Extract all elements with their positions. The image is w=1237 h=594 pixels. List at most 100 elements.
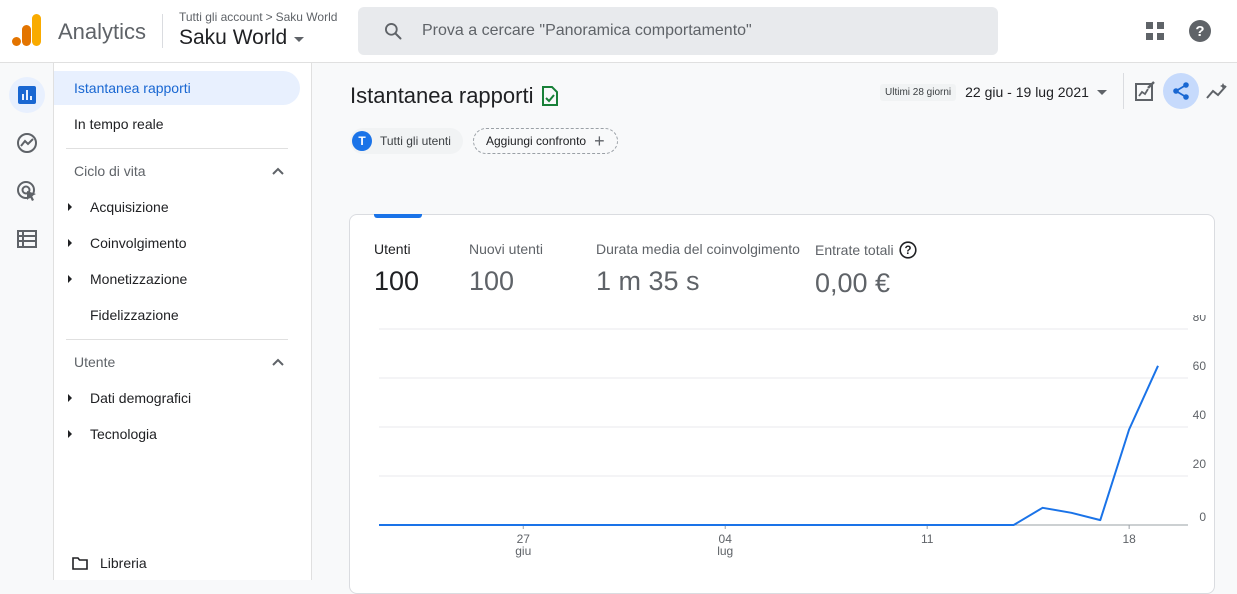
nav-section-label: Ciclo di vita	[74, 163, 146, 179]
analytics-logo-icon[interactable]	[12, 14, 42, 46]
rail-explore-button[interactable]	[9, 125, 45, 161]
nav-section-ciclo-di-vita[interactable]: Ciclo di vita	[54, 154, 300, 188]
nav-item-dati-demografici[interactable]: Dati demografici	[54, 381, 300, 415]
customize-report-button[interactable]	[1127, 73, 1163, 109]
expand-arrow-icon	[68, 203, 72, 211]
nav-item-acquisizione[interactable]: Acquisizione	[54, 190, 300, 224]
search-icon	[385, 23, 402, 40]
x-tick-label: 11	[921, 532, 934, 546]
page-title: Istantanea rapporti	[350, 83, 559, 109]
date-range-picker[interactable]: Ultimi 28 giorni 22 giu - 19 lug 2021	[880, 80, 1107, 104]
property-selector[interactable]: Saku World	[179, 26, 305, 50]
header-divider	[162, 14, 163, 48]
x-tick-label: 18	[1122, 532, 1136, 546]
metric-tab-nuovi-utenti[interactable]: Nuovi utenti 100	[469, 241, 543, 297]
series-line-utenti	[379, 365, 1159, 526]
expand-arrow-icon	[68, 430, 72, 438]
property-name: Saku World	[179, 26, 288, 49]
x-tick-month-label: giu	[515, 544, 531, 558]
search-bar[interactable]	[358, 7, 998, 55]
share-icon	[1173, 82, 1189, 100]
breadcrumb[interactable]: Tutti gli account > Saku World	[179, 10, 337, 24]
top-bar: Analytics Tutti gli account > Saku World S…	[0, 0, 1237, 63]
nav-item-coinvolgimento[interactable]: Coinvolgimento	[54, 226, 300, 260]
nav-item-label: Fidelizzazione	[90, 307, 179, 323]
reports-icon	[18, 86, 36, 104]
configure-icon	[17, 230, 37, 248]
left-rail	[0, 63, 54, 580]
folder-icon	[72, 556, 88, 570]
y-tick-label: 60	[1193, 359, 1207, 373]
rail-configure-button[interactable]	[9, 221, 45, 257]
metric-value: 0,00 €	[815, 268, 891, 298]
chevron-up-icon	[272, 358, 284, 366]
users-line-chart: 02040608027giu04lug11 18	[379, 315, 1207, 558]
nav-item-fidelizzazione[interactable]: Fidelizzazione	[54, 298, 300, 332]
verified-report-icon[interactable]	[541, 86, 559, 106]
nav-section-utente[interactable]: Utente	[54, 345, 300, 379]
rail-reports-button[interactable]	[9, 77, 45, 113]
brand-name: Analytics	[58, 19, 147, 44]
nav-item-monetizzazione[interactable]: Monetizzazione	[54, 262, 300, 296]
help-icon[interactable]: ?	[1189, 20, 1211, 42]
breadcrumb-separator: >	[265, 10, 273, 24]
add-comparison-button[interactable]: Aggiungi confronto +	[473, 128, 618, 154]
nav-item-label: Coinvolgimento	[90, 235, 187, 251]
toolbar-divider	[1123, 73, 1124, 109]
filter-chip-all-users[interactable]: T Tutti gli utenti	[350, 128, 463, 154]
rail-advertising-button[interactable]	[9, 173, 45, 209]
apps-grid-icon[interactable]	[1146, 22, 1164, 40]
nav-item-label: Tecnologia	[90, 426, 157, 442]
y-tick-label: 0	[1199, 510, 1206, 524]
metric-label: Durata media del coinvolgimento	[596, 241, 800, 257]
nav-item-libreria[interactable]: Libreria	[72, 555, 147, 571]
nav-item-label: In tempo reale	[74, 116, 164, 132]
nav-item-in-tempo-reale[interactable]: In tempo reale	[54, 107, 300, 141]
help-circle-icon[interactable]: ?	[899, 241, 917, 259]
metric-tab-durata-coinvolgimento[interactable]: Durata media del coinvolgimento 1 m 35 s	[596, 241, 800, 297]
add-comparison-label: Aggiungi confronto	[486, 134, 587, 148]
svg-text:?: ?	[904, 245, 911, 257]
y-tick-label: 40	[1193, 408, 1207, 422]
metric-label: Entrate totali	[815, 242, 894, 258]
share-button[interactable]	[1163, 73, 1199, 109]
chevron-down-icon	[294, 37, 305, 42]
overview-card: Utenti 100 Nuovi utenti 100 Durata media…	[349, 214, 1215, 594]
plus-icon: +	[594, 131, 605, 151]
page-title-text: Istantanea rapporti	[350, 83, 534, 108]
nav-item-label: Monetizzazione	[90, 271, 188, 287]
customize-report-icon	[1135, 81, 1155, 101]
y-tick-label: 20	[1193, 457, 1207, 471]
chevron-up-icon	[272, 167, 284, 175]
search-input[interactable]	[422, 22, 962, 40]
filter-chip-label: Tutti gli utenti	[380, 134, 451, 148]
segment-avatar: T	[352, 131, 372, 151]
insights-button[interactable]	[1199, 73, 1235, 109]
metric-value: 1 m 35 s	[596, 266, 700, 296]
metric-tab-utenti[interactable]: Utenti 100	[374, 241, 419, 297]
nav-item-label: Dati demografici	[90, 390, 192, 406]
nav-item-label: Libreria	[100, 555, 147, 571]
metric-label: Utenti	[374, 241, 411, 257]
nav-item-label: Acquisizione	[90, 199, 169, 215]
insights-icon	[1206, 83, 1227, 99]
metric-label-row: Entrate totali ?	[815, 241, 917, 259]
nav-divider	[66, 148, 288, 149]
breadcrumb-leaf[interactable]: Saku World	[276, 10, 338, 24]
y-tick-label: 80	[1193, 315, 1207, 324]
chevron-down-icon[interactable]	[1096, 89, 1107, 95]
nav-section-label: Utente	[74, 354, 116, 370]
metric-value: 100	[374, 266, 420, 296]
explore-icon	[17, 133, 37, 153]
date-preset-chip: Ultimi 28 giorni	[880, 83, 957, 101]
metric-value: 100	[469, 266, 515, 296]
side-nav: Istantanea rapporti In tempo reale Ciclo…	[54, 63, 312, 580]
nav-item-tecnologia[interactable]: Tecnologia	[54, 417, 300, 451]
advertising-icon	[17, 181, 36, 201]
metric-label: Nuovi utenti	[469, 241, 543, 257]
date-range-text[interactable]: 22 giu - 19 lug 2021	[965, 84, 1089, 100]
breadcrumb-root[interactable]: Tutti gli account	[179, 10, 263, 24]
nav-item-istantanea-rapporti[interactable]: Istantanea rapporti	[54, 71, 300, 105]
metric-tab-entrate-totali[interactable]: Entrate totali ? 0,00 €	[815, 241, 917, 299]
expand-arrow-icon	[68, 394, 72, 402]
